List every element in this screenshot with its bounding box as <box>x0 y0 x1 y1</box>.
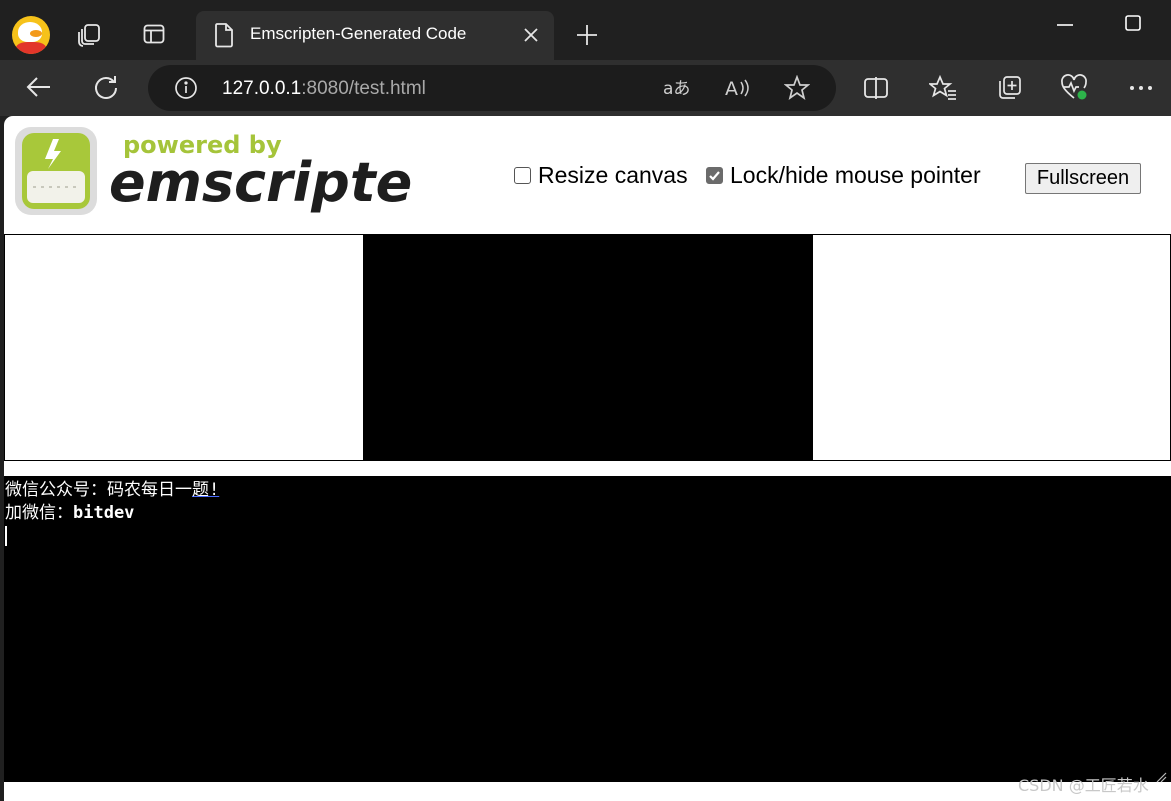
split-screen-icon[interactable] <box>858 70 894 106</box>
emscripten-canvas[interactable] <box>363 235 813 460</box>
heartbeat-icon[interactable] <box>1057 70 1093 106</box>
tab-title: Emscripten-Generated Code <box>250 24 467 43</box>
output-link[interactable]: 题! <box>192 480 219 500</box>
watermark: CSDN @工匠若水 <box>1018 776 1149 795</box>
url-host: 127.0.0.1 <box>222 78 302 99</box>
tab-strip: Emscripten-Generated Code <box>0 0 1171 60</box>
lock-pointer-checkbox[interactable] <box>706 167 723 184</box>
emscripten-logo: powered by emscripten <box>13 125 451 221</box>
page-content: powered by emscripten Resize canvas Lock… <box>4 116 1171 801</box>
url-text[interactable]: 127.0.0.1:8080/test.html <box>222 78 426 100</box>
maximize-icon[interactable] <box>1115 5 1151 41</box>
arrow-left-icon[interactable] <box>21 69 57 105</box>
translate-icon[interactable]: aあ <box>662 75 692 105</box>
fullscreen-button[interactable]: Fullscreen <box>1025 163 1141 194</box>
workspaces-icon[interactable] <box>72 16 108 52</box>
more-icon[interactable] <box>1123 70 1159 106</box>
address-bar[interactable]: 127.0.0.1:8080/test.html aあ A <box>148 65 836 111</box>
canvas-container <box>4 234 1171 461</box>
active-tab[interactable]: Emscripten-Generated Code <box>196 11 554 60</box>
svg-text:aあ: aあ <box>663 79 690 99</box>
output-line1-text: 微信公众号：码农每日一 <box>5 480 192 500</box>
logo-wordmark: emscripten <box>109 151 413 214</box>
output-cursor-line <box>5 525 1170 548</box>
tab-actions-icon[interactable] <box>136 16 172 52</box>
minimize-icon[interactable] <box>1047 5 1083 41</box>
resize-canvas-control[interactable]: Resize canvas <box>514 162 688 189</box>
star-icon[interactable] <box>783 74 811 105</box>
output-line: 加微信：bitdev <box>5 502 1170 525</box>
resize-canvas-checkbox[interactable] <box>514 167 531 184</box>
output-line2-text: 加微信： <box>5 503 73 523</box>
document-icon <box>214 22 234 52</box>
profile-avatar-icon[interactable] <box>12 16 50 54</box>
url-path: :8080/test.html <box>301 78 426 99</box>
lock-pointer-label: Lock/hide mouse pointer <box>730 162 981 188</box>
resize-grip-icon[interactable] <box>1155 768 1167 783</box>
plus-icon[interactable] <box>569 17 605 53</box>
text-caret <box>5 526 7 546</box>
favorites-list-icon[interactable] <box>925 70 961 106</box>
output-line2-value: bitdev <box>73 503 135 523</box>
avatar-beak <box>30 30 42 37</box>
avatar-body <box>16 42 46 54</box>
collections-icon[interactable] <box>991 70 1027 106</box>
close-icon[interactable] <box>520 24 542 50</box>
read-aloud-icon[interactable]: A <box>724 75 754 105</box>
svg-text:A: A <box>725 78 738 100</box>
info-icon[interactable] <box>174 76 198 104</box>
lock-pointer-control[interactable]: Lock/hide mouse pointer <box>706 162 981 189</box>
output-console[interactable]: 微信公众号：码农每日一题! 加微信：bitdev <box>4 476 1171 782</box>
resize-canvas-label: Resize canvas <box>538 162 688 188</box>
browser-toolbar: 127.0.0.1:8080/test.html aあ A <box>0 60 1171 116</box>
output-line: 微信公众号：码农每日一题! <box>5 479 1170 502</box>
refresh-icon[interactable] <box>88 69 124 105</box>
